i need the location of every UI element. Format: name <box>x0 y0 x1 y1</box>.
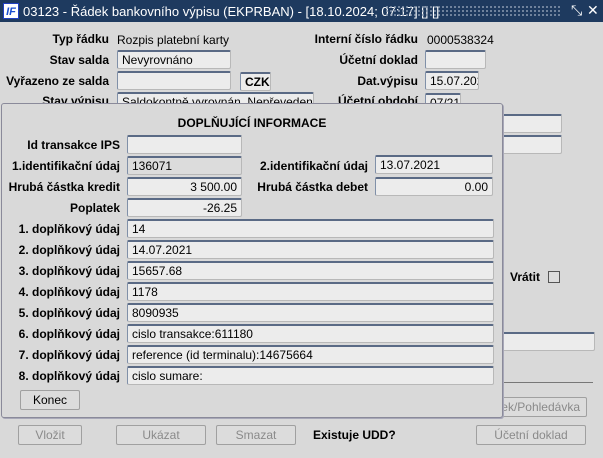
kredit-label: Hrubá částka kredit <box>8 180 120 194</box>
extra-label: 5. doplňkový údaj <box>18 306 120 320</box>
doplnujici-informace-dialog: DOPLŇUJÍCÍ INFORMACE Id transakce IPS 1.… <box>1 103 503 418</box>
kredit-field[interactable]: 3 500.00 <box>127 177 242 196</box>
smazat-button[interactable]: Smazat <box>216 425 296 445</box>
vlozit-button[interactable]: Vložit <box>18 425 82 445</box>
extra-label: 4. doplňkový údaj <box>18 285 120 299</box>
extra-label: 7. doplňkový údaj <box>18 348 120 362</box>
interni-value: 0000538324 <box>427 33 494 47</box>
id1-label: 1.identifikační údaj <box>11 159 120 173</box>
poplatek-field[interactable]: -26.25 <box>127 198 242 217</box>
stav-salda-field[interactable]: Nevyrovnáno <box>117 50 231 69</box>
dat-vypisu-field[interactable]: 15.07.2021 <box>425 71 479 90</box>
window-title: 03123 - Řádek bankovního výpisu (EKPRBAN… <box>23 3 440 19</box>
existuje-udd-label: Existuje UDD? <box>313 428 396 442</box>
debet-label: Hrubá částka debet <box>257 180 368 194</box>
dat-vypisu-label: Dat.výpisu <box>357 74 418 88</box>
id1-field[interactable]: 136071 <box>127 156 242 175</box>
debet-field[interactable]: 0.00 <box>375 177 493 196</box>
id-ips-field[interactable] <box>127 135 242 154</box>
extra-field[interactable]: cislo transakce:611180 <box>127 324 494 343</box>
id2-field[interactable]: 13.07.2021 <box>375 155 493 174</box>
konec-button[interactable]: Konec <box>20 390 80 410</box>
currency-field: CZK <box>240 72 271 91</box>
vyrazeno-label: Vyřazeno ze salda <box>6 74 109 88</box>
divider <box>490 382 593 383</box>
ucetni-doklad-button[interactable]: Účetní doklad <box>476 425 586 445</box>
extra-label: 2. doplňkový údaj <box>18 243 120 257</box>
interni-label: Interní číslo řádku <box>314 32 418 46</box>
title-bar-drag-area[interactable] <box>385 5 560 17</box>
extra-field[interactable]: 1178 <box>127 282 494 301</box>
vyrazeno-field[interactable] <box>117 71 231 90</box>
minimize-icon[interactable]: ⤡ <box>571 2 582 19</box>
ucetni-doklad-label: Účetní doklad <box>339 53 418 67</box>
typ-radku-label: Typ řádku <box>52 32 109 46</box>
extra-field[interactable]: 15657.68 <box>127 261 494 280</box>
ukazat-button[interactable]: Ukázat <box>116 425 206 445</box>
dialog-title: DOPLŇUJÍCÍ INFORMACE <box>177 116 327 130</box>
right-field-3[interactable] <box>490 332 595 351</box>
stav-salda-label: Stav salda <box>49 53 109 67</box>
vratit-label: Vrátit <box>510 270 541 284</box>
close-icon[interactable]: ✕ <box>587 2 599 19</box>
extra-label: 1. doplňkový údaj <box>18 222 120 236</box>
extra-field[interactable]: 8090935 <box>127 303 494 322</box>
extra-field[interactable]: 14.07.2021 <box>127 240 494 259</box>
extra-label: 6. doplňkový údaj <box>18 327 120 341</box>
extra-label: 8. doplňkový údaj <box>18 369 120 383</box>
vratit-checkbox[interactable] <box>548 271 560 283</box>
id2-label: 2.identifikační údaj <box>259 159 368 173</box>
ucetni-doklad-field[interactable] <box>425 50 486 69</box>
id-ips-label: Id transakce IPS <box>27 138 120 152</box>
app-logo-icon: IF <box>3 3 19 19</box>
extra-field[interactable]: cislo sumare: <box>127 366 494 385</box>
poplatek-label: Poplatek <box>69 201 120 215</box>
extra-label: 3. doplňkový údaj <box>18 264 120 278</box>
extra-field[interactable]: reference (id terminalu):14675664 <box>127 345 494 364</box>
extra-field[interactable]: 14 <box>127 219 494 238</box>
typ-radku-value: Rozpis platební karty <box>117 33 230 47</box>
